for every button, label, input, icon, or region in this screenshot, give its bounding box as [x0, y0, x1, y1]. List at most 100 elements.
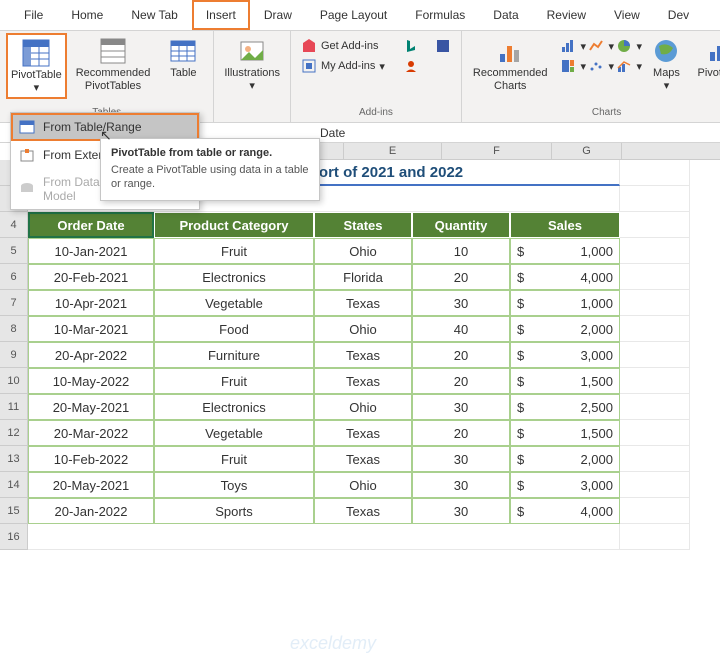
- row-12[interactable]: 12: [0, 420, 28, 446]
- table-cell[interactable]: 20-Apr-2022: [28, 342, 154, 368]
- table-cell[interactable]: $2,000: [510, 316, 620, 342]
- table-cell[interactable]: Texas: [314, 342, 412, 368]
- tab-newtab[interactable]: New Tab: [117, 0, 191, 30]
- table-cell[interactable]: Florida: [314, 264, 412, 290]
- table-cell[interactable]: $2,000: [510, 446, 620, 472]
- tab-data[interactable]: Data: [479, 0, 532, 30]
- chart-line-button[interactable]: ▾: [584, 37, 610, 55]
- table-cell[interactable]: $3,000: [510, 342, 620, 368]
- cell[interactable]: [620, 238, 690, 264]
- table-button[interactable]: Table: [159, 33, 207, 82]
- chart-hier-button[interactable]: ▾: [556, 57, 582, 75]
- table-cell[interactable]: 10: [412, 238, 510, 264]
- chart-scatter-button[interactable]: ▾: [584, 57, 610, 75]
- table-cell[interactable]: $1,500: [510, 368, 620, 394]
- cell[interactable]: [620, 498, 690, 524]
- cell[interactable]: [620, 368, 690, 394]
- row-7[interactable]: 7: [0, 290, 28, 316]
- header-category[interactable]: Product Category: [154, 212, 314, 238]
- tab-formulas[interactable]: Formulas: [401, 0, 479, 30]
- table-cell[interactable]: $2,500: [510, 394, 620, 420]
- tab-home[interactable]: Home: [57, 0, 117, 30]
- table-cell[interactable]: 20: [412, 342, 510, 368]
- table-cell[interactable]: Texas: [314, 368, 412, 394]
- pivottable-button[interactable]: PivotTable ▾: [6, 33, 67, 99]
- row-10[interactable]: 10: [0, 368, 28, 394]
- cell[interactable]: [620, 212, 690, 238]
- table-cell[interactable]: 10-Feb-2022: [28, 446, 154, 472]
- table-cell[interactable]: 30: [412, 290, 510, 316]
- row-13[interactable]: 13: [0, 446, 28, 472]
- col-e[interactable]: E: [344, 143, 442, 159]
- chart-combo-button[interactable]: ▾: [612, 57, 638, 75]
- table-cell[interactable]: 20-Jan-2022: [28, 498, 154, 524]
- tab-insert[interactable]: Insert: [192, 0, 250, 30]
- table-cell[interactable]: $4,000: [510, 498, 620, 524]
- header-quantity[interactable]: Quantity: [412, 212, 510, 238]
- header-sales[interactable]: Sales: [510, 212, 620, 238]
- table-cell[interactable]: Ohio: [314, 472, 412, 498]
- table-cell[interactable]: $4,000: [510, 264, 620, 290]
- row-11[interactable]: 11: [0, 394, 28, 420]
- tab-draw[interactable]: Draw: [250, 0, 306, 30]
- table-cell[interactable]: 40: [412, 316, 510, 342]
- table-cell[interactable]: 20-May-2021: [28, 394, 154, 420]
- table-cell[interactable]: 20: [412, 420, 510, 446]
- cell[interactable]: [620, 290, 690, 316]
- table-cell[interactable]: 30: [412, 394, 510, 420]
- table-cell[interactable]: $1,000: [510, 290, 620, 316]
- cell[interactable]: [620, 160, 690, 186]
- row-5[interactable]: 5: [0, 238, 28, 264]
- table-cell[interactable]: Texas: [314, 420, 412, 446]
- table-cell[interactable]: 10-Apr-2021: [28, 290, 154, 316]
- cell[interactable]: [28, 524, 620, 550]
- chart-pie-button[interactable]: ▾: [612, 37, 638, 55]
- table-cell[interactable]: Toys: [154, 472, 314, 498]
- table-cell[interactable]: Texas: [314, 498, 412, 524]
- chart-bar-button[interactable]: ▾: [556, 37, 582, 55]
- header-states[interactable]: States: [314, 212, 412, 238]
- recommended-pivottables-button[interactable]: Recommended PivotTables: [71, 33, 156, 95]
- get-addins-button[interactable]: Get Add-ins: [297, 37, 389, 55]
- table-cell[interactable]: 10-Jan-2021: [28, 238, 154, 264]
- table-cell[interactable]: 10-May-2022: [28, 368, 154, 394]
- tab-pagelayout[interactable]: Page Layout: [306, 0, 401, 30]
- table-cell[interactable]: 20-May-2021: [28, 472, 154, 498]
- table-cell[interactable]: 20-Mar-2022: [28, 420, 154, 446]
- header-orderdate[interactable]: Order Date: [28, 212, 154, 238]
- table-cell[interactable]: Vegetable: [154, 290, 314, 316]
- table-cell[interactable]: Furniture: [154, 342, 314, 368]
- bing-button[interactable]: [399, 37, 423, 55]
- row-16[interactable]: 16: [0, 524, 28, 550]
- cell[interactable]: [620, 342, 690, 368]
- row-8[interactable]: 8: [0, 316, 28, 342]
- table-cell[interactable]: Ohio: [314, 394, 412, 420]
- cell[interactable]: [620, 420, 690, 446]
- table-cell[interactable]: 10-Mar-2021: [28, 316, 154, 342]
- table-cell[interactable]: 20-Feb-2021: [28, 264, 154, 290]
- recommended-charts-button[interactable]: Recommended Charts: [468, 33, 553, 95]
- my-addins-button[interactable]: My Add-ins ▾: [297, 57, 389, 75]
- tab-view[interactable]: View: [600, 0, 654, 30]
- table-cell[interactable]: Fruit: [154, 238, 314, 264]
- tab-review[interactable]: Review: [533, 0, 600, 30]
- table-cell[interactable]: 20: [412, 368, 510, 394]
- table-cell[interactable]: 20: [412, 264, 510, 290]
- table-cell[interactable]: Vegetable: [154, 420, 314, 446]
- cell[interactable]: [620, 394, 690, 420]
- table-cell[interactable]: 30: [412, 498, 510, 524]
- table-cell[interactable]: 30: [412, 446, 510, 472]
- cell[interactable]: [620, 186, 690, 212]
- maps-button[interactable]: Maps ▾: [642, 33, 690, 95]
- table-cell[interactable]: Ohio: [314, 238, 412, 264]
- table-cell[interactable]: Texas: [314, 446, 412, 472]
- table-cell[interactable]: Sports: [154, 498, 314, 524]
- people-button[interactable]: [399, 57, 423, 75]
- row-9[interactable]: 9: [0, 342, 28, 368]
- table-cell[interactable]: Ohio: [314, 316, 412, 342]
- col-f[interactable]: F: [442, 143, 552, 159]
- table-cell[interactable]: Fruit: [154, 368, 314, 394]
- table-cell[interactable]: $1,000: [510, 238, 620, 264]
- illustrations-button[interactable]: Illustrations ▾: [220, 33, 284, 95]
- cell[interactable]: [620, 524, 690, 550]
